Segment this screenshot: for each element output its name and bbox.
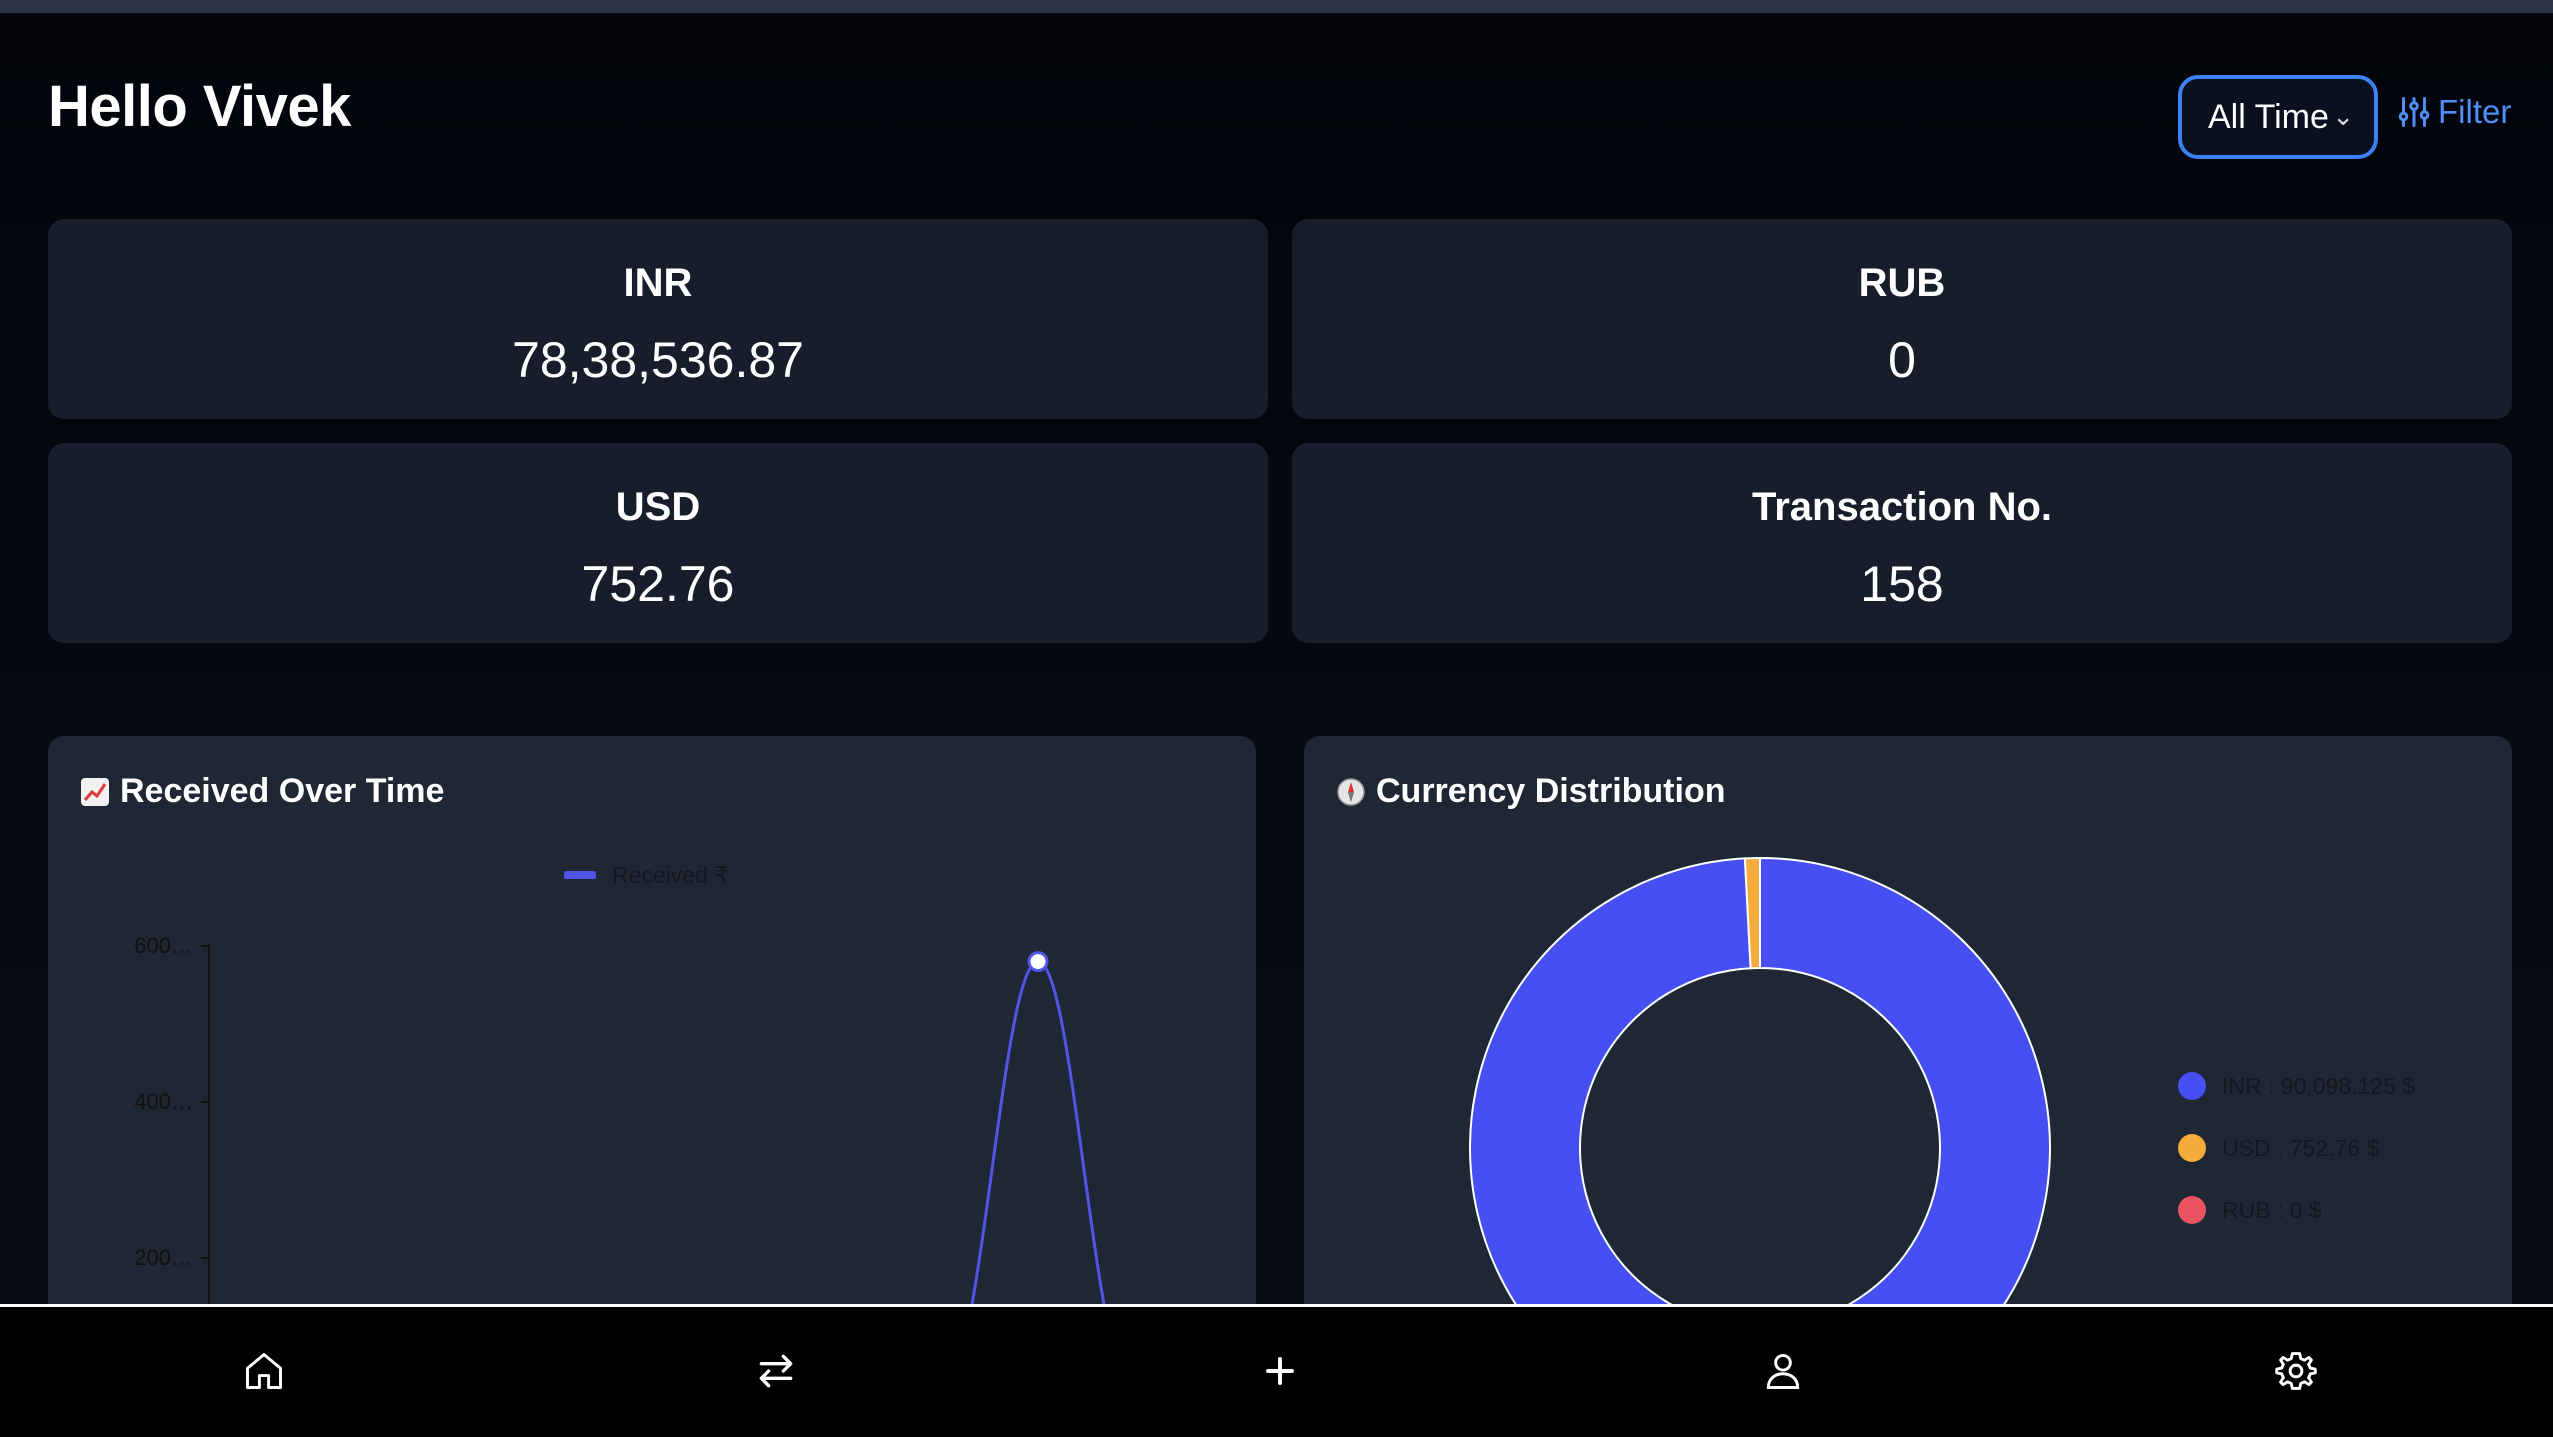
stat-value: 752.76 <box>581 556 735 612</box>
received-series-line <box>964 960 1112 1336</box>
stat-card-rub: RUB 0 <box>1292 219 2512 419</box>
time-range-select[interactable]: All Time ⌄ <box>2178 75 2378 159</box>
stat-card-inr: INR 78,38,536.87 <box>48 219 1268 419</box>
currency-chart-panel: Currency Distribution INR : 90,098.125 $… <box>1304 736 2512 1336</box>
received-peak-point <box>1027 951 1049 973</box>
stat-label: RUB <box>1858 261 1946 305</box>
top-strip <box>0 0 2553 13</box>
home-icon <box>246 1353 282 1389</box>
stat-value: 158 <box>1860 556 1944 612</box>
bottom-navigation <box>0 1307 2553 1437</box>
nav-add[interactable] <box>1252 1343 1308 1399</box>
settings-icon <box>2275 1352 2317 1390</box>
chevron-down-icon: ⌄ <box>2332 101 2354 131</box>
y-tick-label: 600… <box>134 933 193 958</box>
y-tick-label: 200… <box>134 1245 193 1270</box>
sliders-icon <box>2398 97 2430 127</box>
legend-label: RUB : 0 $ <box>2222 1197 2322 1223</box>
nav-home[interactable] <box>236 1343 292 1399</box>
legend-label: USD : 752.76 $ <box>2222 1135 2379 1161</box>
transfer-icon <box>759 1354 793 1388</box>
dashboard-page: Hello Vivek All Time ⌄ Filter INR 78,38,… <box>0 13 2553 1336</box>
stat-card-transactions: Transaction No. 158 <box>1292 443 2512 643</box>
nav-profile[interactable] <box>1755 1343 1811 1399</box>
stat-label: USD <box>615 485 701 529</box>
greeting-title: Hello Vivek <box>48 74 351 139</box>
legend-dot <box>2178 1134 2206 1162</box>
nav-transfer[interactable] <box>748 1343 804 1399</box>
nav-settings[interactable] <box>2268 1343 2324 1399</box>
stat-value: 0 <box>1888 332 1916 388</box>
legend-label: INR : 90,098.125 $ <box>2222 1073 2415 1099</box>
add-icon <box>1266 1357 1294 1385</box>
legend-label: Received ₹ <box>612 862 729 888</box>
legend-dot <box>2178 1196 2206 1224</box>
filter-label: Filter <box>2438 93 2512 130</box>
stat-label: INR <box>623 261 693 305</box>
legend-dot <box>2178 1072 2206 1100</box>
time-range-value: All Time <box>2208 97 2329 136</box>
profile-icon <box>1766 1353 1800 1389</box>
currency-donut-chart: INR : 90,098.125 $ USD : 752.76 $ RUB : 0 … <box>1469 856 2415 1336</box>
received-chart-panel: Received Over Time Received ₹ 600… 400… 20… <box>48 736 1256 1336</box>
legend-swatch <box>564 871 596 879</box>
y-tick-label: 400… <box>134 1089 193 1114</box>
stat-label: Transaction No. <box>1751 485 2053 529</box>
stat-card-usd: USD 752.76 <box>48 443 1268 643</box>
stat-value: 78,38,536.87 <box>512 332 804 388</box>
received-line-chart: Received ₹ 600… 400… 200… <box>134 862 1112 1336</box>
filter-button[interactable]: Filter <box>2396 93 2511 131</box>
